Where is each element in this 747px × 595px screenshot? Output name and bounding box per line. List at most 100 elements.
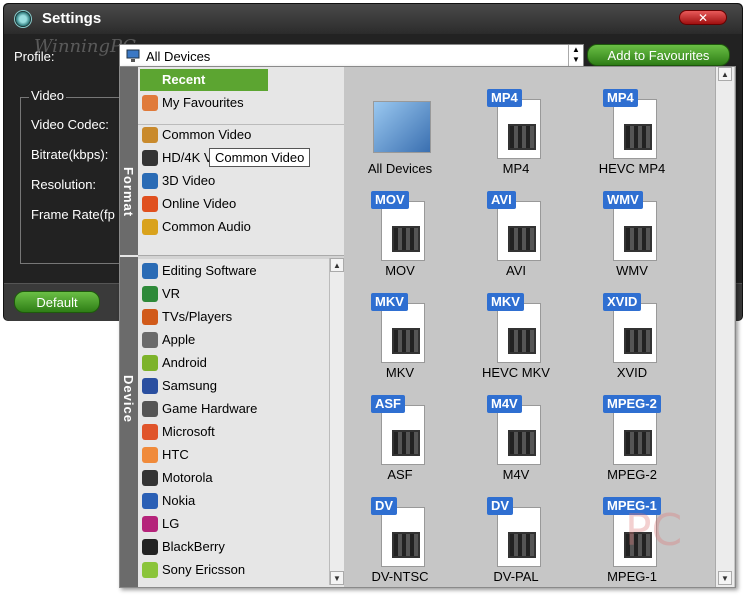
- category-item-sony-ericsson[interactable]: Sony Ericsson: [140, 559, 345, 581]
- category-item-blackberry[interactable]: BlackBerry: [140, 536, 345, 558]
- category-item-online-video[interactable]: Online Video: [140, 193, 345, 215]
- format-item-m4v[interactable]: M4V M4V: [461, 387, 571, 485]
- format-item-avi[interactable]: AVI AVI: [461, 183, 571, 281]
- category-item-motorola[interactable]: Motorola: [140, 467, 345, 489]
- format-badge: MKV: [487, 293, 524, 311]
- samsung-phone-icon: [142, 378, 158, 394]
- scroll-down-icon[interactable]: ▼: [718, 571, 732, 585]
- default-button[interactable]: Default: [14, 291, 100, 313]
- app-logo-icon: [14, 10, 32, 28]
- category-label: VR: [162, 286, 181, 301]
- category-item-samsung[interactable]: Samsung: [140, 375, 345, 397]
- category-label: Common Audio: [162, 219, 251, 234]
- format-tab[interactable]: Format: [120, 67, 138, 255]
- video-file-icon: [613, 405, 657, 465]
- devices-icon: [373, 101, 431, 153]
- format-badge: MP4: [487, 89, 522, 107]
- format-label: HEVC MKV: [482, 365, 550, 380]
- category-label: 3D Video: [162, 173, 216, 188]
- htc-icon: [142, 447, 158, 463]
- format-item-hevc-mkv[interactable]: MKV HEVC MKV: [461, 285, 571, 383]
- format-item-mov[interactable]: MOV MOV: [345, 183, 455, 281]
- format-item-xvid[interactable]: XVID XVID: [577, 285, 687, 383]
- category-label: Editing Software: [162, 263, 257, 278]
- device-tab[interactable]: Device: [120, 257, 138, 587]
- category-item-microsoft[interactable]: Microsoft: [140, 421, 345, 443]
- film-strip-icon: [508, 328, 536, 354]
- format-item-mp4[interactable]: MP4 MP4: [461, 81, 571, 179]
- category-label: BlackBerry: [162, 539, 225, 554]
- category-label: LG: [162, 516, 180, 531]
- resolution-label: Resolution:: [31, 177, 97, 192]
- category-item-game-hardware[interactable]: Game Hardware: [140, 398, 345, 420]
- music-note-icon: [142, 219, 158, 235]
- close-button[interactable]: ✕: [679, 10, 727, 25]
- format-item-mkv[interactable]: MKV MKV: [345, 285, 455, 383]
- format-label: MPEG-2: [607, 467, 657, 482]
- video-file-icon: [497, 405, 541, 465]
- format-item-dv-ntsc[interactable]: DV DV-NTSC: [345, 489, 455, 587]
- film-strip-icon: [392, 328, 420, 354]
- vr-icon: [142, 286, 158, 302]
- category-label: My Favourites: [162, 95, 244, 110]
- film-strip-icon: [624, 430, 652, 456]
- monitor-icon: [126, 49, 140, 62]
- format-badge: DV: [487, 497, 514, 515]
- format-label: DV-PAL: [493, 569, 539, 584]
- profile-value: All Devices: [146, 49, 211, 64]
- film-strip-icon: [508, 430, 536, 456]
- format-item-wmv[interactable]: WMV WMV: [577, 183, 687, 281]
- format-item-dv-pal[interactable]: DV DV-PAL: [461, 489, 571, 587]
- category-item-tvs-players[interactable]: TVs/Players: [140, 306, 345, 328]
- category-item-nokia[interactable]: Nokia: [140, 490, 345, 512]
- format-badge: XVID: [603, 293, 642, 311]
- format-label: All Devices: [367, 161, 433, 176]
- scroll-down-icon[interactable]: ▼: [330, 571, 344, 585]
- format-label: ASF: [387, 467, 413, 482]
- film-strip-icon: [508, 532, 536, 558]
- add-to-favourites-button[interactable]: Add to Favourites: [587, 44, 730, 66]
- divider: [138, 255, 344, 259]
- category-item-recent[interactable]: Recent: [140, 69, 268, 91]
- device-list-scrollbar[interactable]: ▲ ▼: [329, 258, 344, 585]
- profile-select[interactable]: All Devices ▲ ▼: [119, 44, 584, 68]
- scroll-up-icon[interactable]: ▲: [330, 258, 344, 272]
- 3d-icon: [142, 173, 158, 189]
- category-item-3d-video[interactable]: 3D Video: [140, 170, 345, 192]
- category-item-editing-software[interactable]: Editing Software: [140, 260, 345, 282]
- category-item-apple[interactable]: Apple: [140, 329, 345, 351]
- format-label: MP4: [502, 161, 530, 176]
- format-label: MPEG-1: [607, 569, 657, 584]
- title-bar[interactable]: Settings ✕: [4, 4, 742, 34]
- category-item-lg[interactable]: LG: [140, 513, 345, 535]
- scroll-up-icon[interactable]: ▲: [718, 67, 732, 81]
- format-item-asf[interactable]: ASF ASF: [345, 387, 455, 485]
- category-item-common-video[interactable]: Common Video: [140, 124, 345, 146]
- category-label: Apple: [162, 332, 196, 347]
- category-label: TVs/Players: [162, 309, 233, 324]
- category-item-my-favourites[interactable]: My Favourites: [140, 92, 345, 114]
- format-grid-scrollbar[interactable]: ▲ ▼: [715, 67, 734, 587]
- nokia-icon: [142, 493, 158, 509]
- window-title: Settings: [42, 10, 102, 27]
- device-tab-label: Device: [121, 375, 136, 423]
- format-item-mpeg-2[interactable]: MPEG-2 MPEG-2: [577, 387, 687, 485]
- tooltip: Common Video: [209, 148, 311, 167]
- updown-arrow-icon[interactable]: ▲ ▼: [568, 45, 583, 67]
- category-item-common-audio[interactable]: Common Audio: [140, 216, 345, 238]
- category-label: Nokia: [162, 493, 196, 508]
- profile-label: Profile:: [14, 49, 55, 64]
- format-label: DV-NTSC: [371, 569, 429, 584]
- film-strip-icon: [392, 430, 420, 456]
- format-item-all-devices[interactable]: All Devices: [345, 81, 455, 179]
- format-tab-label: Format: [121, 167, 136, 218]
- category-item-android[interactable]: Android: [140, 352, 345, 374]
- format-label: MKV: [385, 365, 415, 380]
- category-label: Samsung: [162, 378, 217, 393]
- category-item-htc[interactable]: HTC: [140, 444, 345, 466]
- category-label: Motorola: [162, 470, 213, 485]
- format-item-hevc-mp4[interactable]: MP4 HEVC MP4: [577, 81, 687, 179]
- category-item-vr[interactable]: VR: [140, 283, 345, 305]
- category-label: Sony Ericsson: [162, 562, 246, 577]
- film-strip-icon: [624, 328, 652, 354]
